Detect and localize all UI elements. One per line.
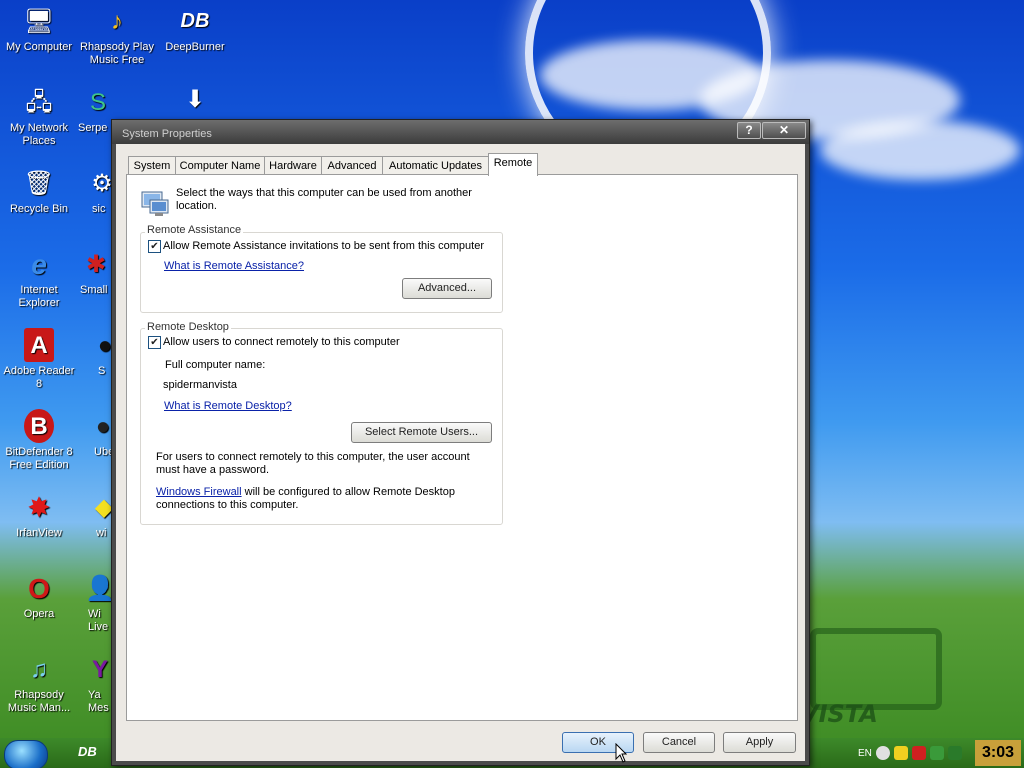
- remote-tab-panel: Select the ways that this computer can b…: [126, 174, 798, 721]
- adobe-reader-icon: A: [24, 328, 54, 362]
- system-tray: EN: [858, 742, 962, 764]
- start-button[interactable]: [4, 740, 48, 768]
- recycle-bin-icon: 🗑: [23, 169, 55, 197]
- apply-button[interactable]: Apply: [723, 732, 796, 753]
- desktop-icon-rhapsody-music-manager[interactable]: ♫ Rhapsody Music Man...: [0, 652, 78, 715]
- vista-logo: [810, 628, 942, 710]
- mouse-cursor-icon: [615, 743, 627, 763]
- tab-computer-name[interactable]: Computer Name: [175, 156, 265, 175]
- desktop-icon-rhapsody-play[interactable]: ♪ Rhapsody Play Music Free: [78, 4, 156, 67]
- allow-remote-desktop-label: Allow users to connect remotely to this …: [163, 336, 400, 348]
- desktop-icon-my-computer[interactable]: 🖥 My Computer: [0, 4, 78, 54]
- allow-remote-assistance-checkbox[interactable]: ✔: [148, 240, 161, 253]
- password-note: For users to connect remotely to this co…: [156, 451, 470, 476]
- desktop-icon-ube[interactable]: ● Ube: [94, 409, 114, 459]
- language-indicator[interactable]: EN: [858, 748, 872, 759]
- shield-icon[interactable]: [893, 746, 908, 760]
- security-icon[interactable]: [911, 746, 926, 760]
- remote-computer-icon: [141, 191, 169, 216]
- firewall-note: Windows Firewall will be configured to a…: [156, 486, 496, 512]
- quicklaunch-deepburner[interactable]: DB: [78, 744, 97, 759]
- dialog-client-area: System Computer Name Hardware Advanced A…: [116, 144, 805, 761]
- remote-assistance-label: Remote Assistance: [145, 224, 244, 236]
- title-bar[interactable]: System Properties ? ✕: [112, 120, 809, 144]
- app-icon: ●: [95, 412, 111, 440]
- spider-icon: ✱: [85, 250, 107, 278]
- remote-desktop-label: Remote Desktop: [145, 321, 231, 333]
- clock[interactable]: 3:03: [975, 740, 1021, 766]
- windows-firewall-link[interactable]: Windows Firewall: [156, 486, 242, 498]
- vista-wallpaper-text: VISTA: [800, 700, 878, 728]
- yahoo-icon: Y: [91, 655, 108, 683]
- user-icon: 👤: [85, 574, 115, 602]
- desktop-icon-internet-explorer[interactable]: e Internet Explorer: [0, 247, 78, 310]
- desktop-icon-bitdefender[interactable]: B BitDefender 8 Free Edition: [0, 409, 78, 472]
- desktop-icon-opera[interactable]: O Opera: [0, 571, 78, 621]
- desktop-icon-recycle-bin[interactable]: 🗑 Recycle Bin: [0, 166, 78, 216]
- irfanview-icon: ✸: [27, 491, 51, 523]
- tab-remote[interactable]: Remote: [488, 153, 538, 176]
- bitdefender-icon: B: [24, 409, 54, 443]
- gear-icon: ⚙: [91, 169, 113, 197]
- full-computer-name-label: Full computer name:: [165, 359, 266, 371]
- tray-app-icon[interactable]: [875, 746, 890, 760]
- music-manager-icon: ♫: [30, 655, 48, 683]
- network-tray-icon[interactable]: [929, 746, 944, 760]
- deepburner-icon: DB: [180, 9, 210, 32]
- desktop-icon-irfanview[interactable]: ✸ IrfanView: [0, 490, 78, 540]
- allow-remote-assistance-label: Allow Remote Assistance invitations to b…: [163, 240, 484, 252]
- desktop-icon-s[interactable]: ● S: [97, 328, 113, 378]
- cancel-button[interactable]: Cancel: [643, 732, 715, 753]
- desktop-icon-adobe-reader[interactable]: A Adobe Reader 8: [0, 328, 78, 391]
- desktop-icon-windows-live[interactable]: 👤 Wi Live: [85, 571, 115, 634]
- desktop-icon-wi[interactable]: ◆ wi: [94, 490, 114, 540]
- desktop-icon-yahoo-messenger[interactable]: Y Ya Mes: [88, 652, 112, 715]
- diamond-icon: ◆: [94, 493, 114, 521]
- desktop-icon-sic[interactable]: ⚙ sic: [91, 166, 113, 216]
- tab-system[interactable]: System: [128, 156, 176, 175]
- tab-advanced[interactable]: Advanced: [321, 156, 383, 175]
- allow-remote-desktop-checkbox[interactable]: ✔: [148, 336, 161, 349]
- close-button[interactable]: ✕: [762, 122, 806, 139]
- what-is-remote-assistance-link[interactable]: What is Remote Assistance?: [164, 260, 304, 272]
- select-remote-users-button[interactable]: Select Remote Users...: [351, 422, 492, 443]
- system-properties-window: System Properties ? ✕ System Computer Na…: [111, 119, 810, 766]
- snake-icon: S: [89, 88, 106, 116]
- tab-hardware[interactable]: Hardware: [264, 156, 322, 175]
- intro-text: Select the ways that this computer can b…: [176, 187, 472, 212]
- help-button[interactable]: ?: [737, 122, 761, 139]
- desktop-icon-small[interactable]: ✱ Small: [80, 247, 112, 297]
- what-is-remote-desktop-link[interactable]: What is Remote Desktop?: [164, 400, 292, 412]
- music-note-icon: ♪: [111, 7, 123, 35]
- computer-icon: 🖥: [23, 7, 55, 35]
- desktop-icon-download[interactable]: ⬇: [156, 82, 234, 119]
- circle-app-icon: ●: [97, 331, 113, 359]
- advanced-button[interactable]: Advanced...: [402, 278, 492, 299]
- desktop-icon-network-places[interactable]: 🖧 My Network Places: [0, 85, 78, 148]
- network-icon: 🖧: [25, 88, 53, 116]
- full-computer-name-value: spidermanvista: [163, 379, 237, 391]
- ie-icon: e: [31, 248, 47, 280]
- update-icon[interactable]: [947, 746, 962, 760]
- desktop-icon-deepburner[interactable]: DB DeepBurner: [156, 4, 234, 54]
- window-title: System Properties: [122, 128, 212, 140]
- opera-icon: O: [28, 572, 50, 604]
- tab-automatic-updates[interactable]: Automatic Updates: [382, 156, 489, 175]
- download-arrow-icon: ⬇: [184, 85, 206, 113]
